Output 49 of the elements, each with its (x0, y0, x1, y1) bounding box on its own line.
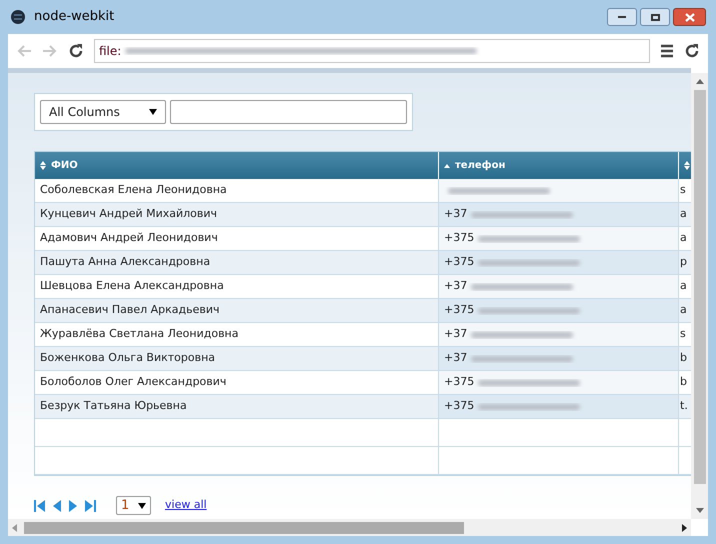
dropdown-arrow-icon (149, 109, 157, 115)
table-cell-text: b (679, 350, 688, 366)
table-cell: +37 (439, 323, 679, 346)
table-cell-text: p (679, 254, 688, 270)
page-select[interactable]: 1 (116, 496, 151, 515)
scroll-up-icon[interactable] (696, 79, 704, 84)
maximize-button[interactable] (640, 8, 670, 26)
scrollbar-thumb[interactable] (694, 90, 706, 484)
app-logo-icon (10, 9, 26, 25)
previous-page-icon[interactable] (53, 500, 61, 512)
table-cell-text: b (679, 374, 688, 390)
reload-icon[interactable] (684, 43, 700, 59)
view-all-link[interactable]: view all (165, 497, 207, 514)
next-page-icon[interactable] (69, 500, 77, 512)
minimize-button[interactable] (607, 8, 637, 26)
close-icon (684, 12, 694, 22)
table-cell: +37 (439, 347, 679, 370)
table-cell-text: s (679, 326, 687, 342)
table-cell-text: s (679, 182, 687, 198)
table-cell-text: a (679, 206, 688, 222)
column-select[interactable]: All Columns (40, 100, 166, 124)
vertical-scrollbar[interactable] (691, 73, 708, 519)
menu-icon[interactable] (660, 44, 674, 58)
close-button[interactable] (673, 8, 706, 26)
table-cell-text: t. (679, 398, 689, 414)
last-page-icon[interactable] (85, 500, 96, 512)
scroll-left-icon[interactable] (12, 524, 17, 532)
dropdown-arrow-icon (138, 502, 146, 508)
filter-input[interactable] (170, 100, 407, 124)
table-cell-text: a (679, 230, 688, 246)
table-cell: +375 (439, 395, 679, 418)
table-cell: +375 (439, 299, 679, 322)
table-cell: +375 (439, 371, 679, 394)
sort-icon (40, 161, 46, 170)
table-cell-text: a (679, 302, 688, 318)
scroll-down-icon[interactable] (696, 508, 704, 513)
window-title: node-webkit (34, 8, 114, 26)
table-cell-text: a (679, 278, 688, 294)
table-cell: +37 (439, 275, 679, 298)
scrollbar-thumb[interactable] (24, 522, 464, 534)
scroll-right-icon[interactable] (682, 524, 687, 532)
address-field[interactable]: file: (94, 39, 650, 63)
table-cell: +375 (439, 251, 679, 274)
sort-up-icon (444, 164, 450, 168)
table-cell: +375 (439, 227, 679, 250)
reload-icon[interactable] (68, 43, 84, 59)
first-page-icon[interactable] (34, 500, 45, 512)
table-cell: +37 (439, 203, 679, 226)
horizontal-scrollbar[interactable] (8, 519, 691, 536)
